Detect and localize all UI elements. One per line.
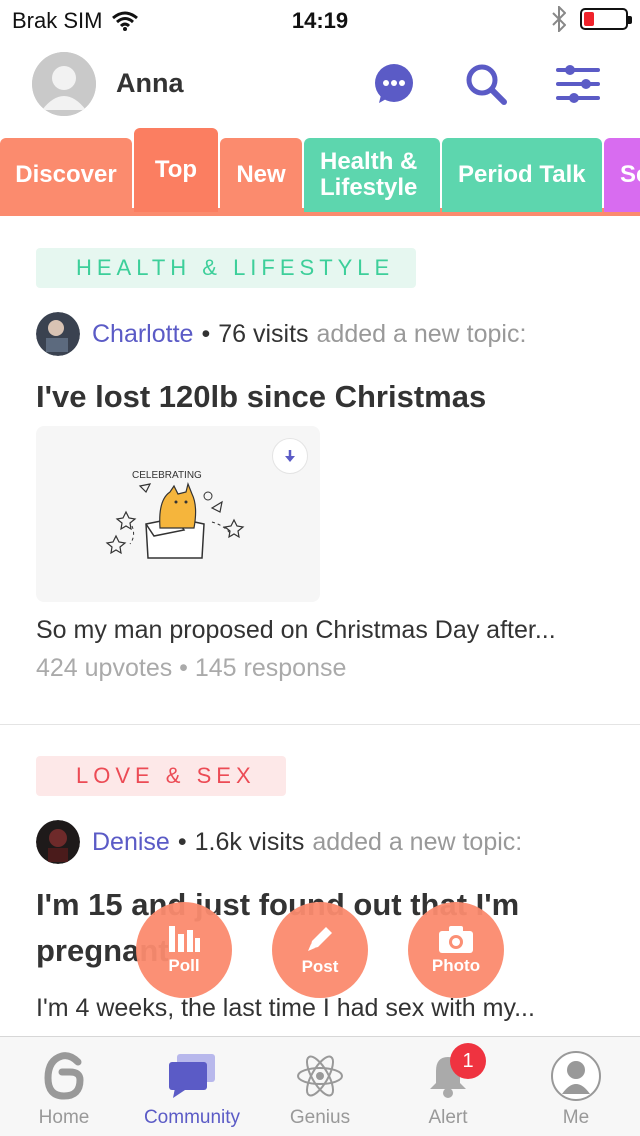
nav-genius-label: Genius xyxy=(289,1107,351,1128)
bar-chart-icon xyxy=(169,926,200,952)
tab-top[interactable]: Top xyxy=(134,128,218,212)
atom-icon xyxy=(295,1045,345,1107)
visit-count: 1.6k visits xyxy=(194,827,305,856)
tab-discover[interactable]: Discover xyxy=(0,138,132,212)
search-button[interactable] xyxy=(462,60,510,108)
topic-image[interactable]: CELEBRATING xyxy=(36,426,320,602)
post-label: Post xyxy=(301,957,339,976)
nav-alert-label: Alert xyxy=(428,1107,468,1128)
nav-me-label: Me xyxy=(562,1107,590,1128)
tab-sex-relationships[interactable]: Se Re xyxy=(604,138,640,212)
search-icon xyxy=(466,64,507,105)
action-text: added a new topic: xyxy=(316,319,527,348)
nav-home[interactable]: Home xyxy=(0,1037,128,1136)
default-avatar-icon xyxy=(32,52,96,116)
upvote-count: 424 upvotes xyxy=(36,654,173,682)
community-chat-icon xyxy=(167,1045,217,1107)
camera-icon xyxy=(439,926,473,953)
poll-button[interactable]: Poll xyxy=(136,902,232,998)
post-button[interactable]: Post xyxy=(272,902,368,998)
image-caption: CELEBRATING xyxy=(132,470,202,481)
app-header: Anna xyxy=(0,40,640,128)
card-divider xyxy=(0,724,640,725)
status-bar: Brak SIM 14:19 xyxy=(0,0,640,40)
category-tabs: Discover Top New Health & Lifestyle Peri… xyxy=(0,128,640,218)
photo-label: Photo xyxy=(431,956,481,975)
pencil-icon xyxy=(308,927,332,951)
category-tag[interactable]: HEALTH & LIFESTYLE xyxy=(36,248,416,288)
user-name[interactable]: Anna xyxy=(116,68,184,99)
status-time: 14:19 xyxy=(291,8,349,33)
nav-alert[interactable]: 1 Alert xyxy=(384,1037,512,1136)
messages-button[interactable] xyxy=(370,60,418,108)
home-icon xyxy=(42,1045,86,1107)
action-text: added a new topic: xyxy=(312,827,523,856)
tab-new[interactable]: New xyxy=(220,138,302,212)
nav-genius[interactable]: Genius xyxy=(256,1037,384,1136)
chat-bubble-icon xyxy=(375,64,413,103)
alert-badge: 1 xyxy=(450,1043,486,1079)
nav-community[interactable]: Community xyxy=(128,1037,256,1136)
author-avatar[interactable] xyxy=(36,312,80,356)
topic-stats: 424 upvotes • 145 response xyxy=(36,654,346,683)
tab-health-lifestyle[interactable]: Health & Lifestyle xyxy=(304,138,440,212)
author-name[interactable]: Denise xyxy=(92,828,170,857)
category-tag[interactable]: LOVE & SEX xyxy=(36,756,286,796)
poll-label: Poll xyxy=(168,956,200,975)
topic-excerpt[interactable]: I'm 4 weeks, the last time I had sex wit… xyxy=(36,994,616,1023)
battery-level xyxy=(584,12,594,26)
separator-dot: • xyxy=(177,827,187,856)
bluetooth-icon xyxy=(552,6,566,32)
author-avatar[interactable] xyxy=(36,820,80,864)
author-name[interactable]: Charlotte xyxy=(92,320,193,349)
filter-button[interactable] xyxy=(554,60,602,108)
visit-count: 76 visits xyxy=(218,319,309,348)
separator-dot: • xyxy=(201,319,211,348)
topic-excerpt[interactable]: So my man proposed on Christmas Day afte… xyxy=(36,616,616,645)
arrow-down-icon xyxy=(285,450,295,462)
author-row: Charlotte • 76 visits added a new topic: xyxy=(36,312,526,356)
response-count: 145 response xyxy=(194,654,347,682)
nav-me[interactable]: Me xyxy=(512,1037,640,1136)
bottom-navigation: Home Community Genius 1 Alert Me xyxy=(0,1036,640,1136)
topic-title[interactable]: I've lost 120lb since Christmas xyxy=(36,374,616,420)
nav-home-label: Home xyxy=(38,1107,90,1128)
profile-icon xyxy=(550,1045,602,1107)
status-right xyxy=(552,6,632,32)
user-avatar[interactable] xyxy=(32,52,96,116)
author-row: Denise • 1.6k visits added a new topic: xyxy=(36,820,522,864)
download-button[interactable] xyxy=(272,438,308,474)
photo-button[interactable]: Photo xyxy=(408,902,504,998)
separator-dot: • xyxy=(179,654,195,682)
sliders-icon xyxy=(556,65,600,103)
battery-icon xyxy=(580,8,632,30)
tab-period-talk[interactable]: Period Talk xyxy=(442,138,602,212)
nav-community-label: Community xyxy=(143,1107,241,1128)
